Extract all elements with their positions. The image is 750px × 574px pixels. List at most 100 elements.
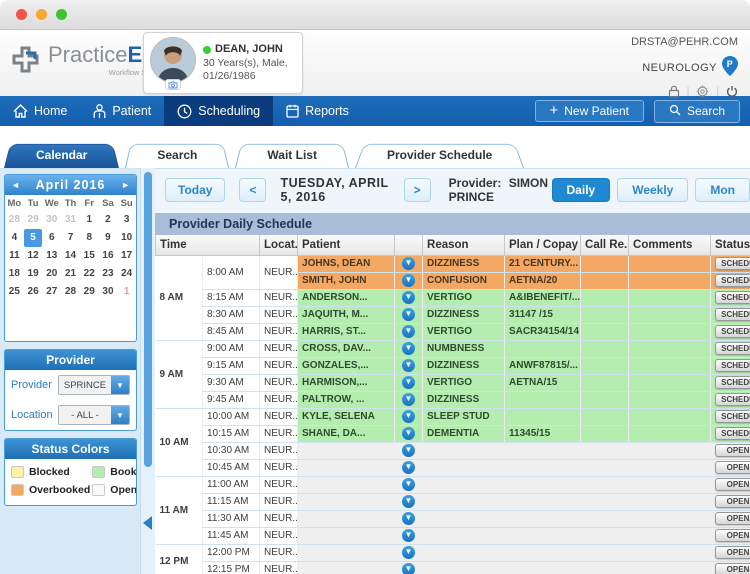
status-badge[interactable]: SCHEDU: [715, 308, 750, 321]
calendar-day[interactable]: 30: [42, 211, 61, 229]
chevron-down-icon[interactable]: ▼: [402, 444, 416, 457]
calendar-day[interactable]: 22: [80, 265, 99, 283]
current-patient-card[interactable]: DEAN, JOHN 30 Years(s), Male, 01/26/1986: [143, 32, 303, 94]
appointment-row[interactable]: 11:45 AM NEUR... ▼ OPEN: [156, 527, 750, 545]
appointment-row[interactable]: 11:30 AM NEUR... ▼ OPEN: [156, 510, 750, 528]
chevron-down-icon[interactable]: ▼: [402, 427, 416, 440]
calendar-day[interactable]: 19: [24, 265, 43, 283]
calendar-day[interactable]: 9: [99, 229, 118, 247]
calendar-day[interactable]: 24: [117, 265, 136, 283]
status-badge[interactable]: SCHEDU: [715, 427, 750, 440]
status-badge[interactable]: OPEN: [715, 563, 750, 574]
status-badge[interactable]: SCHEDU: [715, 359, 750, 372]
zoom-window-button[interactable]: [56, 9, 67, 20]
gear-icon[interactable]: [696, 85, 710, 98]
calendar-prev-month-icon[interactable]: ◄: [11, 180, 20, 190]
calendar-day[interactable]: 27: [42, 283, 61, 301]
appointment-row[interactable]: 10:15 AM NEUR... SHANE, DA... ▼ DEMENTIA 1134…: [156, 425, 750, 443]
chevron-down-icon[interactable]: ▼: [402, 393, 416, 406]
status-badge[interactable]: OPEN: [715, 478, 750, 491]
status-badge[interactable]: OPEN: [715, 444, 750, 457]
status-badge[interactable]: SCHEDU: [715, 393, 750, 406]
tab-calendar[interactable]: Calendar: [14, 141, 109, 168]
appointment-row[interactable]: 9 AM 9:00 AM NEUR... CROSS, DAV... ▼ NUMBNESS…: [155, 340, 750, 409]
sidebar-scrollbar-thumb[interactable]: [144, 172, 152, 467]
minimize-window-button[interactable]: [36, 9, 47, 20]
chevron-down-icon[interactable]: ▼: [402, 410, 416, 423]
chevron-down-icon[interactable]: ▼: [402, 274, 416, 287]
status-badge[interactable]: OPEN: [715, 529, 750, 542]
calendar-day[interactable]: 12: [24, 247, 43, 265]
view-button-weekly[interactable]: Weekly: [617, 178, 689, 202]
chevron-down-icon[interactable]: ▼: [402, 376, 416, 389]
nav-item-patient[interactable]: Patient: [80, 96, 164, 126]
status-badge[interactable]: SCHEDU: [715, 342, 750, 355]
calendar-day[interactable]: 21: [61, 265, 80, 283]
nav-item-home[interactable]: Home: [0, 96, 80, 126]
appointment-row[interactable]: 11:15 AM NEUR... ▼ OPEN: [156, 493, 750, 511]
chevron-down-icon[interactable]: ▼: [402, 495, 416, 508]
chevron-down-icon[interactable]: ▼: [402, 308, 416, 321]
calendar-day[interactable]: 28: [61, 283, 80, 301]
calendar-day[interactable]: 25: [5, 283, 24, 301]
tab-search[interactable]: Search: [135, 141, 219, 168]
calendar-day[interactable]: 8: [80, 229, 99, 247]
power-icon[interactable]: [726, 85, 738, 98]
chevron-down-icon[interactable]: ▼: [402, 529, 416, 542]
location-dropdown[interactable]: - ALL - ▼: [58, 405, 130, 425]
appointment-row[interactable]: 9:30 AM NEUR... HARMISON,... ▼ VERTIGO AETNA/…: [156, 374, 750, 392]
chevron-down-icon[interactable]: ▼: [402, 512, 416, 525]
status-badge[interactable]: SCHEDU: [715, 376, 750, 389]
calendar-day[interactable]: 1: [117, 283, 136, 301]
chevron-down-icon[interactable]: ▼: [402, 359, 416, 372]
status-badge[interactable]: SCHEDU: [715, 325, 750, 338]
status-badge[interactable]: SCHEDU: [715, 291, 750, 304]
appointment-row[interactable]: 10:30 AM NEUR... ▼ OPEN: [156, 442, 750, 460]
chevron-down-icon[interactable]: ▼: [402, 257, 416, 270]
calendar-day[interactable]: 18: [5, 265, 24, 283]
status-badge[interactable]: SCHEDU: [715, 257, 750, 270]
calendar-day[interactable]: 28: [5, 211, 24, 229]
calendar-day[interactable]: 20: [42, 265, 61, 283]
calendar-day[interactable]: 7: [61, 229, 80, 247]
prev-day-button[interactable]: <: [239, 178, 267, 202]
appointment-row[interactable]: 12 PM 12:00 PM NEUR... ▼ OPEN: [155, 544, 750, 574]
appointment-row[interactable]: 8:15 AM NEUR... ANDERSON... ▼ VERTIGO A&IBENE…: [156, 289, 750, 307]
status-badge[interactable]: SCHEDU: [715, 274, 750, 287]
calendar-day[interactable]: 11: [5, 247, 24, 265]
calendar-day[interactable]: 6: [42, 229, 61, 247]
calendar-day[interactable]: 30: [99, 283, 118, 301]
appointment-row[interactable]: 9:45 AM NEUR... PALTROW, ... ▼ DIZZINESS SCHE…: [156, 391, 750, 409]
location-pin-icon[interactable]: P: [722, 56, 738, 79]
calendar-day[interactable]: 26: [24, 283, 43, 301]
chevron-down-icon[interactable]: ▼: [402, 563, 416, 574]
next-day-button[interactable]: >: [403, 178, 431, 202]
calendar-day[interactable]: 17: [117, 247, 136, 265]
calendar-day[interactable]: 14: [61, 247, 80, 265]
today-button[interactable]: Today: [165, 178, 226, 202]
chevron-down-icon[interactable]: ▼: [402, 342, 416, 355]
new-patient-button[interactable]: + New Patient: [534, 100, 644, 122]
nav-item-reports[interactable]: Reports: [273, 96, 362, 126]
view-button-mon[interactable]: Mon: [695, 178, 750, 202]
provider-dropdown[interactable]: SPRINCE ▼: [58, 375, 130, 395]
tab-provider-schedule[interactable]: Provider Schedule: [365, 141, 514, 168]
calendar-day[interactable]: 15: [80, 247, 99, 265]
view-button-daily[interactable]: Daily: [551, 178, 611, 202]
chevron-down-icon[interactable]: ▼: [402, 546, 416, 559]
chevron-down-icon[interactable]: ▼: [402, 478, 416, 491]
calendar-next-month-icon[interactable]: ►: [121, 180, 130, 190]
calendar-day[interactable]: 16: [99, 247, 118, 265]
calendar-day[interactable]: 2: [99, 211, 118, 229]
chevron-down-icon[interactable]: ▼: [402, 325, 416, 338]
sidebar-collapse-icon[interactable]: [143, 516, 152, 530]
appointment-row[interactable]: 8:30 AM NEUR... JAQUITH, M... ▼ DIZZINESS 311…: [156, 306, 750, 324]
calendar-day[interactable]: 10: [117, 229, 136, 247]
tab-wait-list[interactable]: Wait List: [245, 141, 339, 168]
appointment-row[interactable]: 10:45 AM NEUR... ▼ OPEN: [156, 459, 750, 477]
camera-icon[interactable]: [165, 79, 181, 90]
status-badge[interactable]: OPEN: [715, 461, 750, 474]
appointment-row[interactable]: 9:15 AM NEUR... GONZALES,... ▼ DIZZINESS ANWF…: [156, 357, 750, 375]
close-window-button[interactable]: [16, 9, 27, 20]
status-badge[interactable]: OPEN: [715, 512, 750, 525]
